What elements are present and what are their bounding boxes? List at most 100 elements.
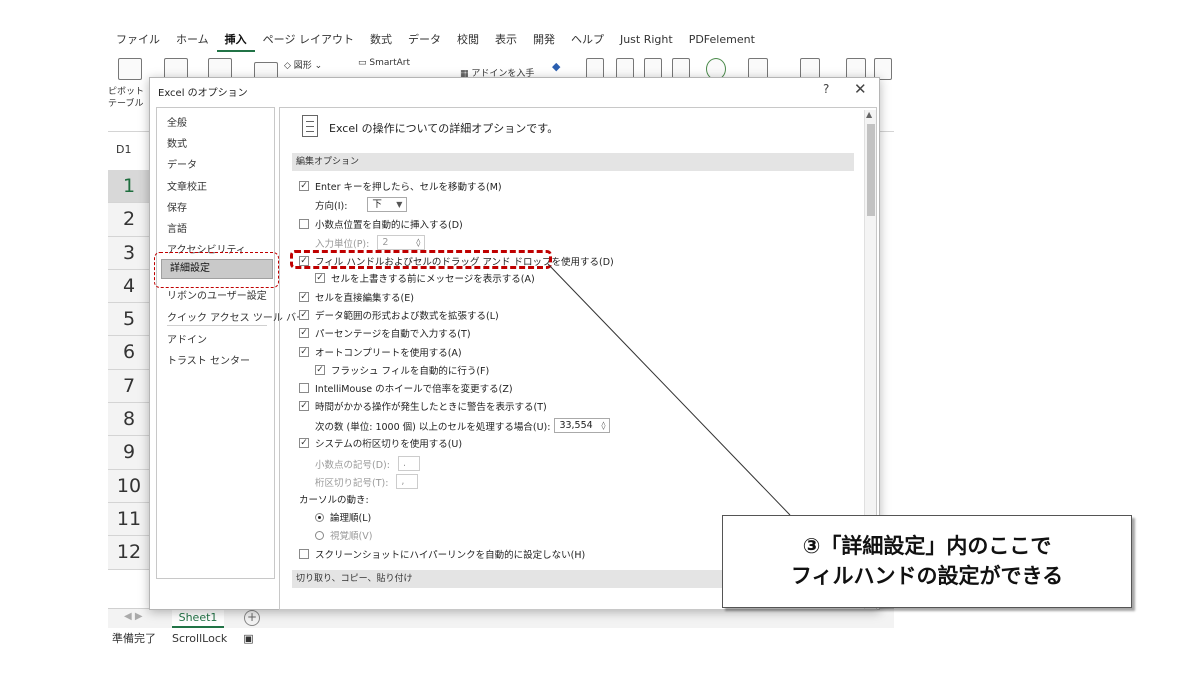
shapes-button[interactable]: ◇ 図形 ⌄ <box>284 58 322 71</box>
scroll-up-icon[interactable]: ▲ <box>866 110 872 119</box>
callout-line2: フィルハンドの設定ができる <box>790 564 1064 588</box>
spin-icon: ◊ <box>601 421 606 430</box>
option-auto-percent[interactable]: ✓ パーセンテージを自動で入力する(T) <box>299 326 471 340</box>
advanced-highlight-marker <box>154 252 279 288</box>
section-editing-options: 編集オプション <box>292 153 854 171</box>
callout-line1: ③「詳細設定」内のここで <box>802 534 1052 558</box>
panel-header: Excel の操作についての詳細オプションです。 <box>329 122 559 135</box>
option-autocomplete[interactable]: ✓ オートコンプリートを使用する(A) <box>299 345 462 359</box>
nav-item-customize-ribbon[interactable]: リボンのユーザー設定 <box>167 287 267 302</box>
checkbox-checked-icon[interactable]: ✓ <box>299 347 309 357</box>
nav-item-addins[interactable]: アドイン <box>167 331 207 346</box>
nav-item-data[interactable]: データ <box>167 156 197 171</box>
option-direction: 方向(I): 下 ▼ <box>315 197 408 212</box>
option-intellimouse[interactable]: IntelliMouse のホイールで倍率を変更する(Z) <box>299 381 513 395</box>
option-extend-formats[interactable]: ✓ データ範囲の形式および数式を拡張する(L) <box>299 308 499 322</box>
nav-item-save[interactable]: 保存 <box>167 199 187 214</box>
tab-help[interactable]: ヘルプ <box>563 28 612 52</box>
cells-stepper[interactable]: 33,554 ◊ <box>554 418 611 433</box>
options-page-icon <box>302 115 318 137</box>
tab-file[interactable]: ファイル <box>108 28 168 52</box>
addin-store-icon[interactable]: ◆ <box>552 60 560 73</box>
status-bar: 準備完了 ScrollLock ▣ <box>108 630 894 648</box>
tab-just-right[interactable]: Just Right <box>612 28 681 52</box>
checkbox-checked-icon[interactable]: ✓ <box>315 365 325 375</box>
chevron-down-icon: ▼ <box>396 200 403 209</box>
tab-insert[interactable]: 挿入 <box>216 28 255 52</box>
thousands-separator-field[interactable]: , <box>396 474 419 489</box>
row-header[interactable]: 9 <box>108 436 150 470</box>
row-headers: 1 2 3 4 5 6 7 8 9 10 11 12 <box>108 170 150 570</box>
checkbox-checked-icon[interactable]: ✓ <box>299 438 309 448</box>
name-box[interactable]: D1 <box>112 140 152 160</box>
close-button[interactable]: ✕ <box>854 80 867 98</box>
tab-home[interactable]: ホーム <box>168 28 217 52</box>
tab-pdfelement[interactable]: PDFelement <box>681 28 763 52</box>
places-stepper[interactable]: 2 ◊ <box>377 235 426 250</box>
checkbox-unchecked-icon[interactable] <box>299 383 309 393</box>
option-auto-decimal[interactable]: 小数点位置を自動的に挿入する(D) <box>299 217 463 231</box>
radio-unselected-icon[interactable] <box>315 530 324 540</box>
option-places: 入力単位(P): 2 ◊ <box>315 235 426 250</box>
row-header[interactable]: 1 <box>108 170 150 204</box>
help-button[interactable]: ? <box>823 82 829 96</box>
cursor-movement-label: カーソルの動き: <box>299 495 369 506</box>
status-scrolllock: ScrollLock <box>172 632 228 645</box>
checkbox-checked-icon[interactable]: ✓ <box>315 273 325 283</box>
tab-page-layout[interactable]: ページ レイアウト <box>255 28 362 52</box>
checkbox-unchecked-icon[interactable] <box>299 549 309 559</box>
spin-icon: ◊ <box>416 238 421 247</box>
row-header[interactable]: 10 <box>108 469 150 503</box>
option-logical[interactable]: 論理順(L) <box>315 510 371 524</box>
checkbox-checked-icon[interactable]: ✓ <box>299 181 309 191</box>
annotation-callout: ③「詳細設定」内のここで フィルハンドの設定ができる <box>722 515 1132 608</box>
tab-view[interactable]: 表示 <box>487 28 525 52</box>
status-ready: 準備完了 <box>112 632 156 645</box>
sheet-nav-arrows[interactable]: ◀ ▶ <box>124 611 143 622</box>
checkbox-checked-icon[interactable]: ✓ <box>299 310 309 320</box>
nav-item-language[interactable]: 言語 <box>167 220 187 235</box>
option-flash-fill[interactable]: ✓ フラッシュ フィルを自動的に行う(F) <box>315 363 489 377</box>
row-header[interactable]: 6 <box>108 336 150 370</box>
scroll-thumb[interactable] <box>867 124 875 216</box>
decimal-separator-field[interactable]: . <box>397 456 420 471</box>
option-overwrite-alert[interactable]: ✓ セルを上書きする前にメッセージを表示する(A) <box>315 271 535 285</box>
tab-review[interactable]: 校閲 <box>449 28 487 52</box>
row-header[interactable]: 8 <box>108 403 150 437</box>
option-slow-alert[interactable]: ✓ 時間がかかる操作が発生したときに警告を表示する(T) <box>299 399 547 413</box>
checkbox-checked-icon[interactable]: ✓ <box>299 401 309 411</box>
tab-formulas[interactable]: 数式 <box>362 28 400 52</box>
nav-item-proofing[interactable]: 文章校正 <box>167 178 207 193</box>
nav-item-trust-center[interactable]: トラスト センター <box>167 352 250 367</box>
direction-select[interactable]: 下 ▼ <box>367 197 408 212</box>
row-header[interactable]: 12 <box>108 536 150 570</box>
tab-data[interactable]: データ <box>400 28 449 52</box>
option-visual[interactable]: 視覚順(V) <box>315 528 372 542</box>
checkbox-checked-icon[interactable]: ✓ <box>299 292 309 302</box>
radio-selected-icon[interactable] <box>315 512 324 522</box>
nav-item-formulas[interactable]: 数式 <box>167 135 187 150</box>
row-header[interactable]: 5 <box>108 303 150 337</box>
option-edit-in-cell[interactable]: ✓ セルを直接編集する(E) <box>299 290 414 304</box>
row-header[interactable]: 11 <box>108 502 150 537</box>
add-sheet-button[interactable]: + <box>244 610 260 626</box>
checkbox-checked-icon[interactable]: ✓ <box>299 328 309 338</box>
macro-record-icon[interactable]: ▣ <box>243 630 253 648</box>
row-header[interactable]: 3 <box>108 236 150 270</box>
option-decimal-separator: 小数点の記号(D):. <box>315 456 420 471</box>
nav-divider <box>167 325 267 326</box>
sheet-tab-bar: ◀ ▶ Sheet1 + <box>108 608 894 628</box>
row-header[interactable]: 4 <box>108 269 150 304</box>
option-enter-move[interactable]: ✓ Enter キーを押したら、セルを移動する(M) <box>299 179 502 193</box>
pivot-table-icon[interactable] <box>118 58 142 80</box>
ribbon-tab-bar: ファイル ホーム 挿入 ページ レイアウト 数式 データ 校閲 表示 開発 ヘル… <box>108 28 894 52</box>
smartart-button[interactable]: ▭ SmartArt <box>358 58 410 68</box>
option-no-hyperlink[interactable]: スクリーンショットにハイパーリンクを自動的に設定しない(H) <box>299 547 585 561</box>
row-header[interactable]: 7 <box>108 369 150 404</box>
checkbox-unchecked-icon[interactable] <box>299 219 309 229</box>
tab-developer[interactable]: 開発 <box>525 28 563 52</box>
sheet-tab[interactable]: Sheet1 <box>172 609 224 628</box>
nav-item-general[interactable]: 全般 <box>167 114 187 129</box>
option-system-separators[interactable]: ✓ システムの桁区切りを使用する(U) <box>299 436 462 450</box>
row-header[interactable]: 2 <box>108 203 150 237</box>
